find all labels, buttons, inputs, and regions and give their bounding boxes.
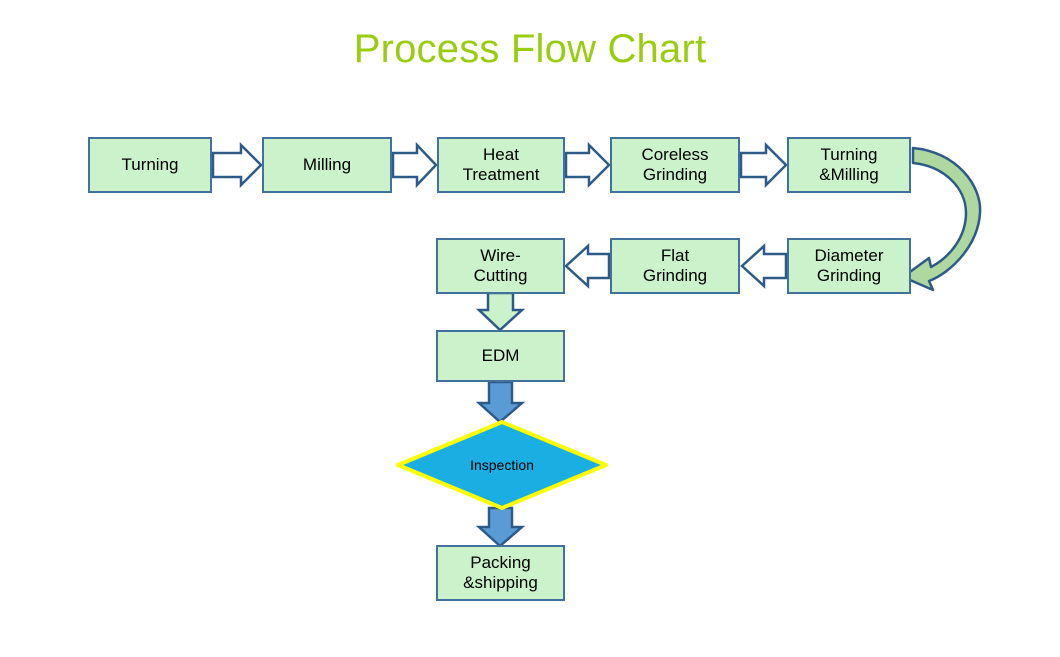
node-wire-cutting-label: Wire- Cutting xyxy=(473,246,528,285)
node-flat-grinding-label: Flat Grinding xyxy=(642,246,708,285)
arrow-milling-to-heat-treatment xyxy=(391,141,438,189)
process-flow-chart-canvas: Process Flow Chart Turning Milling Heat … xyxy=(0,0,1060,657)
node-milling[interactable]: Milling xyxy=(262,137,392,193)
node-diameter-grinding[interactable]: Diameter Grinding xyxy=(787,238,911,294)
node-edm-label: EDM xyxy=(481,346,520,365)
node-heat-treatment-label: Heat Treatment xyxy=(462,145,540,184)
node-milling-label: Milling xyxy=(302,155,352,174)
node-coreless-grinding-label: Coreless Grinding xyxy=(641,145,709,184)
node-coreless-grinding[interactable]: Coreless Grinding xyxy=(610,137,740,193)
node-flat-grinding[interactable]: Flat Grinding xyxy=(610,238,740,294)
node-packing-shipping-label: Packing &shipping xyxy=(463,553,538,592)
node-diameter-grinding-label: Diameter Grinding xyxy=(814,246,884,285)
arrow-coreless-grinding-to-turning-milling xyxy=(739,141,788,189)
node-edm[interactable]: EDM xyxy=(436,330,565,382)
node-turning-label: Turning xyxy=(121,155,179,174)
node-turning-milling-label: Turning &Milling xyxy=(819,145,879,184)
node-heat-treatment[interactable]: Heat Treatment xyxy=(437,137,565,193)
arrow-diameter-grinding-to-flat-grinding xyxy=(740,243,788,289)
node-inspection-label: Inspection xyxy=(470,457,534,473)
arrow-edm-to-inspection xyxy=(475,380,526,424)
arrow-inspection-to-packing-shipping xyxy=(475,506,526,548)
node-turning-milling[interactable]: Turning &Milling xyxy=(787,137,911,193)
arrow-turning-to-milling xyxy=(211,141,263,189)
arrow-flat-grinding-to-wire-cutting xyxy=(564,243,611,289)
chart-title: Process Flow Chart xyxy=(353,27,707,71)
node-packing-shipping[interactable]: Packing &shipping xyxy=(436,545,565,601)
arrow-heat-treatment-to-coreless-grinding xyxy=(564,141,611,189)
arrow-wire-cutting-to-edm xyxy=(475,291,526,332)
node-turning[interactable]: Turning xyxy=(88,137,212,193)
node-wire-cutting[interactable]: Wire- Cutting xyxy=(436,238,565,294)
node-inspection[interactable]: Inspection xyxy=(396,420,608,510)
arrow-turning-milling-to-diameter-grinding xyxy=(901,146,982,292)
